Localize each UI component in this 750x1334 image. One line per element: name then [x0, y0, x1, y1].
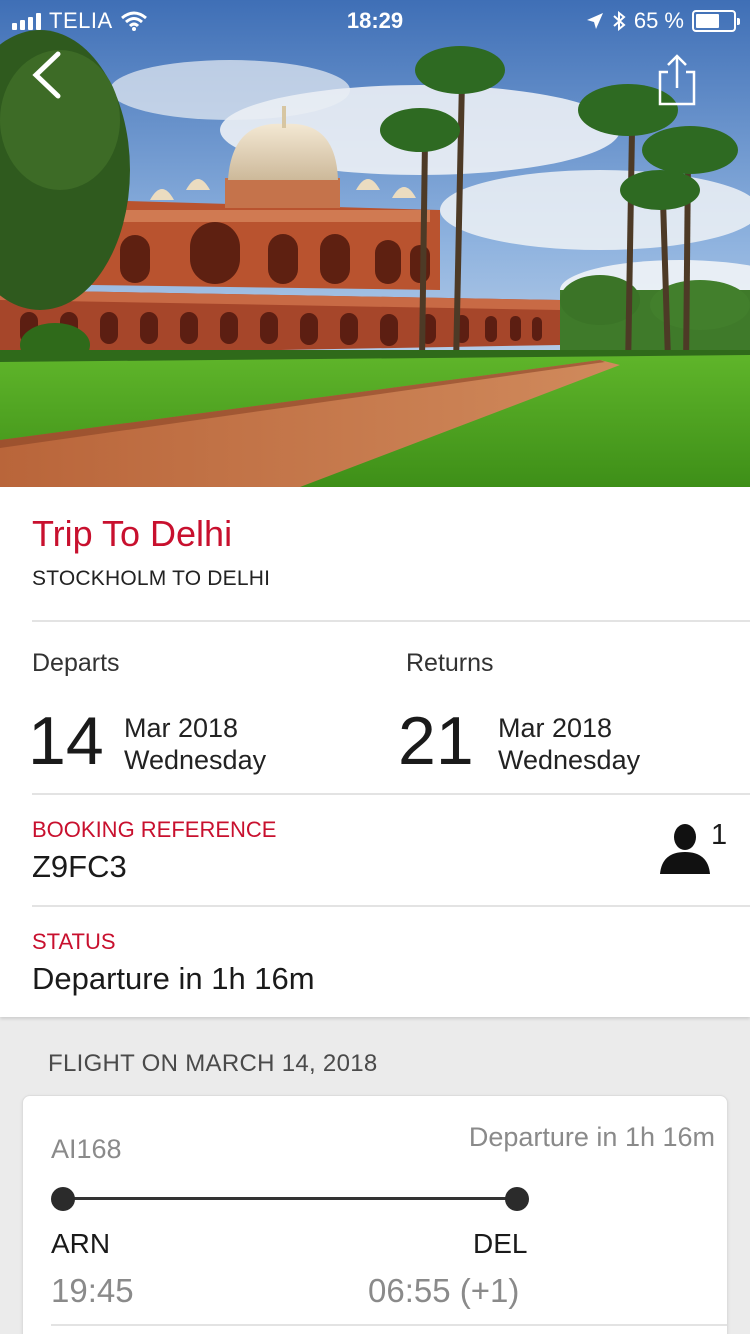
returns-month: Mar 2018 — [498, 713, 613, 743]
chevron-left-icon — [32, 51, 61, 99]
origin-dot — [51, 1187, 75, 1211]
trip-summary-card: Trip To Delhi STOCKHOLM TO DELHI Departs… — [0, 487, 750, 1017]
destination-dot — [505, 1187, 529, 1211]
status-bar: TELIA 18:29 65 % — [0, 0, 750, 40]
booking-reference-label: BOOKING REFERENCE — [32, 817, 277, 842]
flight-number: AI168 — [51, 1134, 122, 1164]
divider — [32, 793, 750, 795]
destination-airport: DEL — [473, 1228, 528, 1259]
divider — [51, 1324, 727, 1326]
arrival-time: 06:55 (+1) — [368, 1272, 520, 1309]
trip-route: STOCKHOLM TO DELHI — [32, 567, 271, 590]
divider — [32, 905, 750, 907]
departure-time: 19:45 — [51, 1272, 134, 1309]
departs-label: Departs — [32, 649, 120, 677]
flight-card[interactable]: AI168 Departure in 1h 16m ARN DEL 19:45 … — [22, 1095, 728, 1334]
departs-day: 14 — [28, 703, 104, 779]
departs-weekday: Wednesday — [124, 745, 267, 775]
battery-percent: 65 % — [633, 8, 684, 33]
share-button[interactable] — [652, 52, 702, 108]
returns-day: 21 — [398, 703, 474, 779]
passenger-count: 1 — [711, 819, 728, 851]
status-label: STATUS — [32, 929, 116, 954]
flight-status: Departure in 1h 16m — [468, 1122, 715, 1152]
returns-label: Returns — [406, 649, 494, 677]
origin-airport: ARN — [51, 1228, 111, 1259]
departs-month: Mar 2018 — [124, 713, 239, 743]
flight-section-header: FLIGHT ON MARCH 14, 2018 — [48, 1050, 378, 1077]
divider — [32, 620, 750, 622]
back-button[interactable] — [28, 50, 68, 100]
returns-weekday: Wednesday — [498, 745, 641, 775]
bluetooth-icon — [613, 11, 626, 31]
trip-title: Trip To Delhi — [32, 513, 233, 554]
share-icon — [658, 54, 696, 106]
battery-icon — [692, 10, 740, 32]
route-line — [51, 1186, 529, 1212]
location-arrow-icon — [586, 13, 603, 29]
booking-reference-value: Z9FC3 — [32, 849, 127, 884]
status-value: Departure in 1h 16m — [32, 961, 315, 996]
passenger-icon — [660, 824, 710, 874]
hero-image: TELIA 18:29 65 % — [0, 0, 750, 487]
humayun-tomb-photo — [0, 0, 750, 487]
